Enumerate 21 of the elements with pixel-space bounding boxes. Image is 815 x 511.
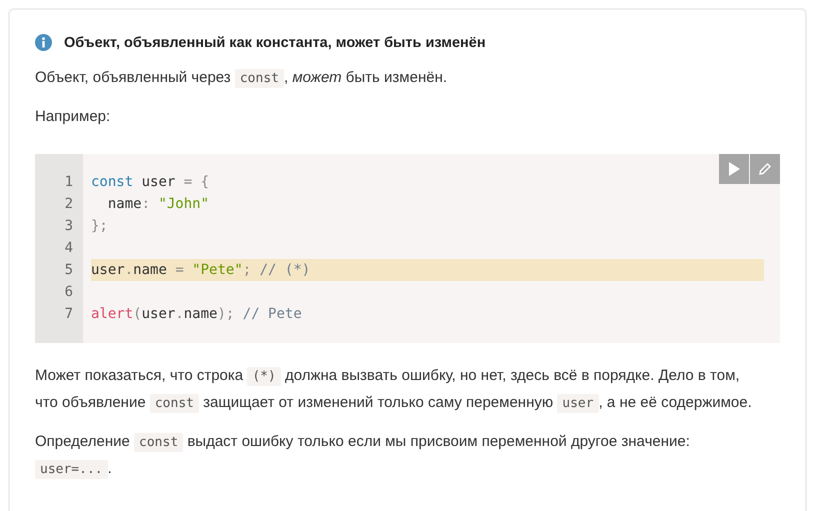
line-number: 3 xyxy=(64,217,74,236)
line-number: 5 xyxy=(64,261,74,280)
code-line: name: "John" xyxy=(106,195,210,214)
play-icon xyxy=(728,162,740,176)
paragraph: Может показаться, что строка (*) должна вызвать ошибку, но нет, здесь всё в порядке. Дело в том, что объявление const защищает от изменений только саму переменную user , а не её содержимое. xyxy=(35,366,753,415)
line-number: 1 xyxy=(64,173,74,192)
line-number: 7 xyxy=(64,305,74,324)
paragraph: Объект, объявленный через const , может быть изменён. xyxy=(35,68,448,90)
run-button[interactable] xyxy=(719,154,749,184)
line-number: 2 xyxy=(64,195,74,214)
pencil-icon xyxy=(758,162,772,176)
edit-button[interactable] xyxy=(750,154,780,184)
code-line: }; xyxy=(91,217,109,236)
info-icon xyxy=(35,34,52,51)
line-number: 6 xyxy=(64,283,74,302)
paragraph: Определение const выдаст ошибку только если мы присвоим переменной другое значение: user=... . xyxy=(35,432,691,481)
code-line: const user = { xyxy=(91,173,210,192)
paragraph: Например: xyxy=(35,107,112,127)
note-title: Объект, объявленный как константа, может быть изменён xyxy=(64,34,486,50)
code-line: alert(user.name); // Pete xyxy=(91,305,303,324)
line-number: 4 xyxy=(64,239,74,258)
